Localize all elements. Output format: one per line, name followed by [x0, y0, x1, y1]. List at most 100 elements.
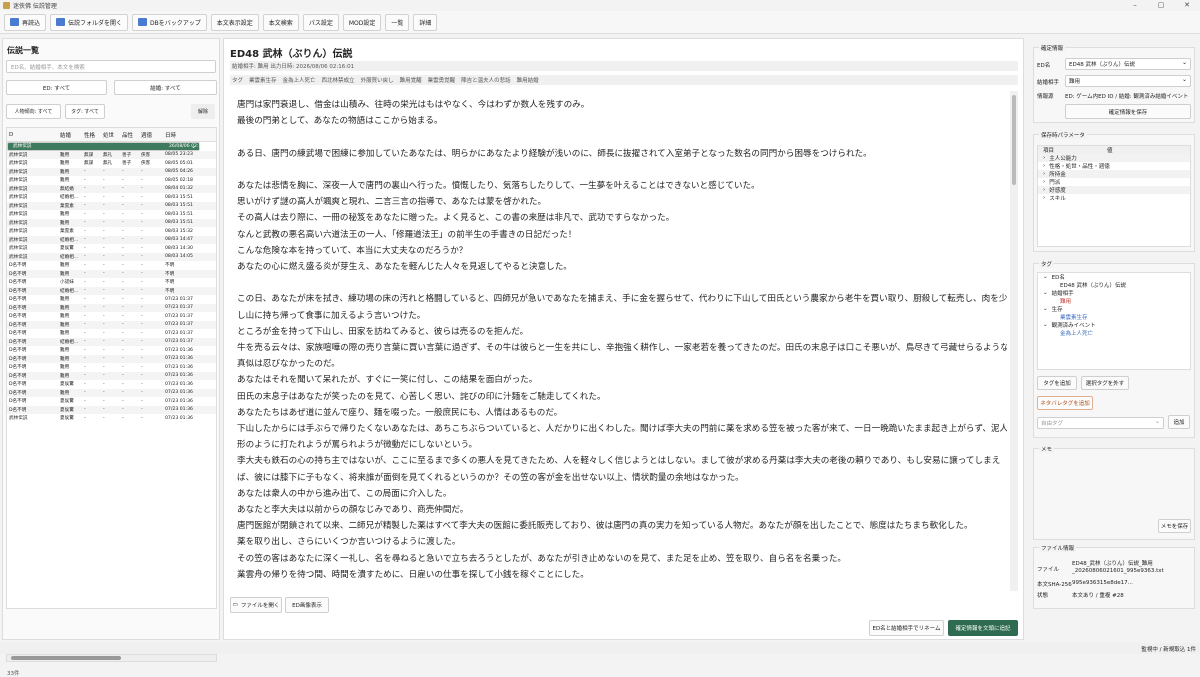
table-row[interactable]: 武林伝説 難用 - - - - 08/03 15:51 [7, 210, 216, 219]
column-header[interactable]: 結婚 [60, 131, 84, 139]
column-header[interactable]: 性格 [84, 131, 103, 139]
tag-chip[interactable]: 外服買い戻し [361, 76, 394, 84]
append-confirmed-button[interactable]: 確定情報を文頭に追記 [948, 620, 1018, 636]
ed-image-button[interactable]: ED画像表示 [285, 597, 329, 613]
save-confirmed-button[interactable]: 確定情報を保存 [1065, 104, 1191, 119]
table-row[interactable]: D名不明 難用 - - - - 07/23 01:36 [7, 346, 216, 355]
tag-chip[interactable]: 業雲勇覚醒 [428, 76, 456, 84]
table-row[interactable]: D名不明 小諾妹 - - - - 不明 [7, 278, 216, 287]
table-row[interactable]: 武林伝説 業雲素 - - - - 08/03 15:32 [7, 227, 216, 236]
table-row[interactable]: D名不明 難用 - - - - 不明 [7, 269, 216, 278]
toolbar-button[interactable]: 一覧 [385, 13, 410, 31]
remove-tag-button[interactable]: 選択タグを外す [1081, 376, 1129, 390]
column-header[interactable]: 週徳 [141, 131, 165, 139]
table-row[interactable]: D名不明 難用 - - - - 07/23 01:37 [7, 329, 216, 338]
partner-select[interactable]: 難用 [1065, 75, 1191, 87]
table-row[interactable]: 武林伝説 難用 - - - - 08/03 15:51 [7, 218, 216, 227]
tag-chip[interactable]: 金為上人死亡 [283, 76, 316, 84]
tag-tree-item[interactable]: 業雲素生存 [1038, 313, 1190, 321]
close-icon[interactable]: ✕ [1174, 0, 1200, 11]
table-cell: - [122, 407, 124, 413]
table-row[interactable]: D名不明 夏侯驚 - - - - 07/23 01:36 [7, 397, 216, 406]
table-row[interactable]: D名不明 難用 - - - - 07/23 01:36 [7, 363, 216, 372]
toolbar-button[interactable]: パス設定 [302, 13, 339, 31]
add-free-tag-button[interactable]: 追加 [1168, 415, 1190, 429]
marriage-filter-select[interactable]: 結婚: すべて [114, 80, 217, 95]
column-header[interactable]: 品性 [122, 131, 141, 139]
table-row[interactable]: D名不明 難用 - - - - 07/23 01:37 [7, 295, 216, 304]
tag-filter-button[interactable]: タグ: すべて [65, 104, 105, 119]
tag-tree-item[interactable]: ED48 武林（ぶりん）伝説 [1038, 281, 1190, 289]
add-spoiler-tag-button[interactable]: ネタバレタグを追加 [1037, 396, 1093, 410]
params-item[interactable]: › 門派 [1038, 178, 1190, 186]
table-row[interactable]: D名不明 結婚相... - - - - 不明 [7, 286, 216, 295]
table-row[interactable]: D名不明 難用 - - - - 07/23 01:36 [7, 371, 216, 380]
tag-tree-item[interactable]: 難用 [1038, 297, 1190, 305]
table-row[interactable]: 武林伝説 難用 無謀 無礼 善子 侠客 08/05 23:23 [7, 150, 216, 159]
toolbar-button[interactable]: MOD設定 [342, 13, 382, 31]
table-row[interactable]: 武林伝説 夏侯驚 - - - - 07/23 01:36 [7, 414, 216, 423]
search-input[interactable]: ED名、結婚相手、本文を検索 [6, 60, 216, 73]
column-header[interactable]: D [7, 132, 60, 138]
table-row[interactable]: D名不明 難用 - - - - 不明 [7, 261, 216, 270]
free-tag-input[interactable]: 自由タグ [1037, 417, 1164, 429]
table-row[interactable]: 武林伝説 結婚相... - - - -08/03 14:47 [7, 235, 216, 244]
ed-filter-select[interactable]: ED: すべて [6, 80, 107, 95]
rename-button[interactable]: ED名と結婚相手でリネーム [869, 620, 944, 636]
table-row[interactable]: D名不明 難用 - - - - 07/23 01:37 [7, 303, 216, 312]
tag-tree-group[interactable]: ⌄ 観測済みイベント [1038, 321, 1190, 329]
column-header[interactable]: 日時 [165, 131, 195, 139]
tag-chip[interactable]: 業雲素生存 [249, 76, 277, 84]
table-row[interactable]: D名不明 夏侯驚 - - - - 07/23 01:36 [7, 380, 216, 389]
tag-chip[interactable]: 陣吉と温夫人の悲話 [461, 76, 511, 84]
table-row[interactable]: D名不明 難用 - - - - 07/23 01:36 [7, 388, 216, 397]
ed-name-select[interactable]: ED48 武林（ぶりん）伝説 [1065, 58, 1191, 70]
tag-tree-item[interactable]: 金為上人死亡 [1038, 329, 1190, 337]
params-tree[interactable]: 項目値 › 主人公能力 › 性格・処世・品性・週徳 › 所持金 › 門派 › 好感度 › スキル [1037, 145, 1191, 247]
tag-tree-group[interactable]: ⌄ ED名 [1038, 273, 1190, 281]
table-row[interactable]: D名不明 難用 - - - - 07/23 01:37 [7, 312, 216, 321]
table-row[interactable]: 武林伝説 難用 - - - - 08/05 02:18 [7, 176, 216, 185]
params-item[interactable]: › 所持金 [1038, 170, 1190, 178]
toolbar-button[interactable]: DBをバックアップ [132, 13, 207, 31]
table-row[interactable]: 武林伝説 夏侯驚 - - - - 08/03 14:30 [7, 244, 216, 253]
params-item[interactable]: › 好感度 [1038, 186, 1190, 194]
tag-chip[interactable]: 難用覚醒 [400, 76, 422, 84]
open-file-button[interactable]: ▭ ファイルを開く [230, 597, 282, 613]
horizontal-scrollbar[interactable] [6, 654, 217, 662]
toolbar-button[interactable]: 再読込 [4, 13, 47, 31]
toolbar-button[interactable]: 伝説フォルダを開く [50, 13, 129, 31]
table-row[interactable]: 武林伝説 結婚相... - - - -08/03 15:51 [7, 193, 216, 202]
tag-chip[interactable]: 難用結婚 [517, 76, 539, 84]
table-row[interactable]: D名不明 難用 - - - - 07/23 01:36 [7, 354, 216, 363]
maximize-icon[interactable]: ▢ [1148, 0, 1174, 11]
table-row[interactable]: 武林伝説 業雲素 - - - - 08/03 15:51 [7, 201, 216, 210]
clear-filter-button[interactable]: 解除 [191, 104, 215, 119]
table-row[interactable]: 武林伝説 26/08/06 02:16 [7, 142, 204, 151]
table-row[interactable]: 武林伝説 難用 - - - - 08/05 04:26 [7, 167, 216, 176]
toolbar-button[interactable]: 本文表示設定 [210, 13, 259, 31]
tag-tree-group[interactable]: ⌄ 結婚相手 [1038, 289, 1190, 297]
toolbar-button[interactable]: 本文検索 [262, 13, 299, 31]
legend-title: ED48 武林（ぶりん）伝説 [230, 49, 353, 60]
person-filter-button[interactable]: 人物傾向: すべて [6, 104, 61, 119]
table-row[interactable]: D名不明 難用 - - - - 07/23 01:37 [7, 320, 216, 329]
vertical-scrollbar[interactable] [1010, 91, 1018, 591]
table-cell: - [84, 177, 86, 183]
add-tag-button[interactable]: タグを追加 [1037, 376, 1077, 390]
tag-tree-group[interactable]: ⌄ 生存 [1038, 305, 1190, 313]
toolbar-button[interactable]: 詳細 [413, 13, 438, 31]
params-item[interactable]: › スキル [1038, 194, 1190, 202]
column-header[interactable]: 処世 [103, 131, 122, 139]
table-row[interactable]: 武林伝説 無結婚 - - - - 08/04 01:32 [7, 184, 216, 193]
minimize-icon[interactable]: – [1122, 0, 1148, 11]
tag-chip[interactable]: 西北林禁成立 [322, 76, 355, 84]
tag-tree[interactable]: ⌄ ED名 ED48 武林（ぶりん）伝説 ⌄ 結婚相手 難用 ⌄ 生存 業雲素生存 ⌄ 観測済みイベ… [1037, 272, 1191, 370]
table-row[interactable]: D名不明 夏侯驚 - - - - 07/23 01:36 [7, 405, 216, 414]
save-memo-button[interactable]: メモを保存 [1158, 519, 1191, 533]
table-row[interactable]: 武林伝説 難用 無謀 無礼 善子 侠客 08/05 05:01 [7, 159, 216, 168]
table-row[interactable]: D名不明 結婚相... - - - -07/23 01:37 [7, 337, 216, 346]
table-row[interactable]: 武林伝説 結婚相... - - - -08/03 14:05 [7, 252, 216, 261]
params-item[interactable]: › 主人公能力 [1038, 154, 1190, 162]
params-item[interactable]: › 性格・処世・品性・週徳 [1038, 162, 1190, 170]
